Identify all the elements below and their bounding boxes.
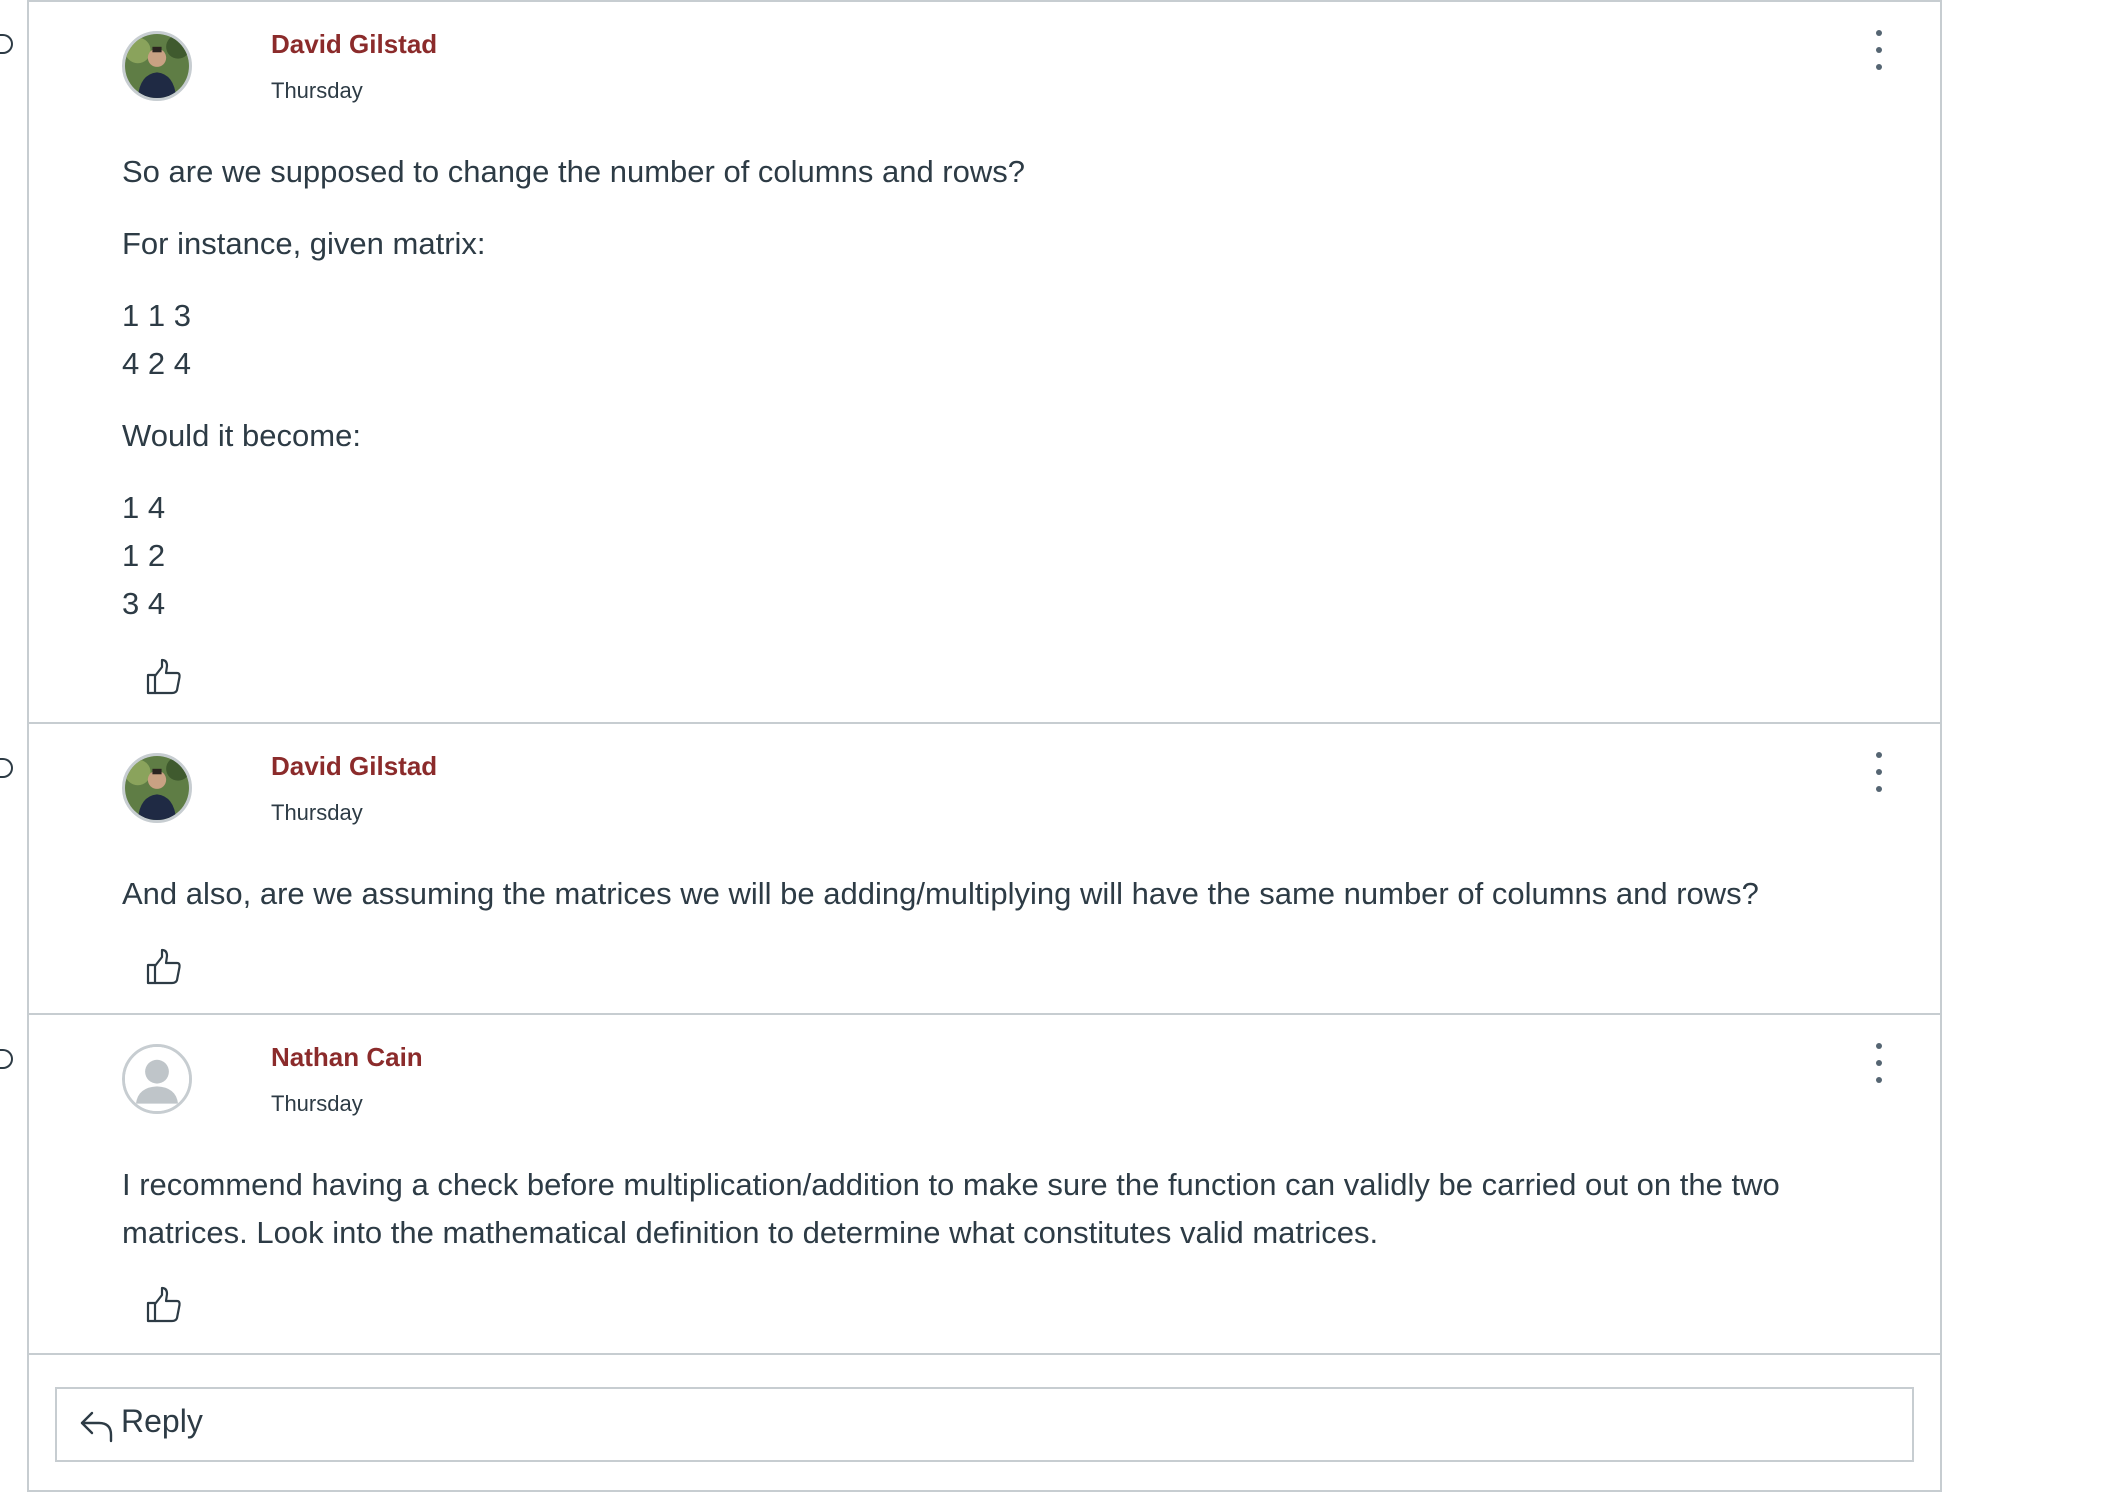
discussion-entry: David Gilstad Thursday And also, are we …: [0, 724, 1940, 1015]
reply-arrow-icon: [79, 1409, 115, 1443]
kebab-menu-icon[interactable]: [1869, 1043, 1889, 1083]
thread-connector-icon: [0, 1049, 13, 1069]
author-name[interactable]: David Gilstad: [271, 751, 437, 782]
matrix-block: 1 4 1 2 3 4: [122, 484, 1862, 628]
matrix-row: 1 2: [122, 538, 166, 573]
thumbs-up-icon[interactable]: [144, 947, 184, 987]
post-paragraph: And also, are we assuming the matrices w…: [122, 876, 1759, 911]
post-paragraph: So are we supposed to change the number …: [122, 154, 1025, 189]
thumbs-up-icon[interactable]: [144, 657, 184, 697]
post-timestamp: Thursday: [271, 78, 363, 103]
avatar[interactable]: [122, 31, 192, 101]
kebab-menu-icon[interactable]: [1869, 30, 1889, 70]
post-timestamp: Thursday: [271, 1091, 363, 1116]
post-paragraph: For instance, given matrix:: [122, 226, 486, 261]
thumbs-up-icon[interactable]: [144, 1285, 184, 1325]
author-name[interactable]: Nathan Cain: [271, 1042, 423, 1073]
post-paragraph: I recommend having a check before multip…: [122, 1167, 1780, 1250]
thread-connector-icon: [0, 758, 13, 778]
thread-connector-icon: [0, 34, 13, 54]
matrix-block: 1 1 3 4 2 4: [122, 292, 1862, 388]
post-body: I recommend having a check before multip…: [122, 1161, 1862, 1257]
matrix-row: 1 1 3: [122, 298, 191, 333]
matrix-row: 4 2 4: [122, 346, 191, 381]
post-paragraph: Would it become:: [122, 418, 361, 453]
matrix-row: 1 4: [122, 490, 166, 525]
reply-button[interactable]: Reply: [55, 1387, 1914, 1462]
author-name[interactable]: David Gilstad: [271, 29, 437, 60]
discussion-entry: Nathan Cain Thursday I recommend having …: [0, 1015, 1940, 1355]
avatar[interactable]: [122, 1044, 192, 1114]
matrix-row: 3 4: [122, 586, 166, 621]
post-body: And also, are we assuming the matrices w…: [122, 870, 1862, 918]
post-body: So are we supposed to change the number …: [122, 148, 1862, 628]
discussion-thread: David Gilstad Thursday So are we suppose…: [0, 0, 1942, 1492]
post-timestamp: Thursday: [271, 800, 363, 825]
reply-label: Reply: [121, 1403, 203, 1439]
kebab-menu-icon[interactable]: [1869, 752, 1889, 792]
discussion-entry: David Gilstad Thursday So are we suppose…: [0, 2, 1940, 724]
avatar[interactable]: [122, 753, 192, 823]
